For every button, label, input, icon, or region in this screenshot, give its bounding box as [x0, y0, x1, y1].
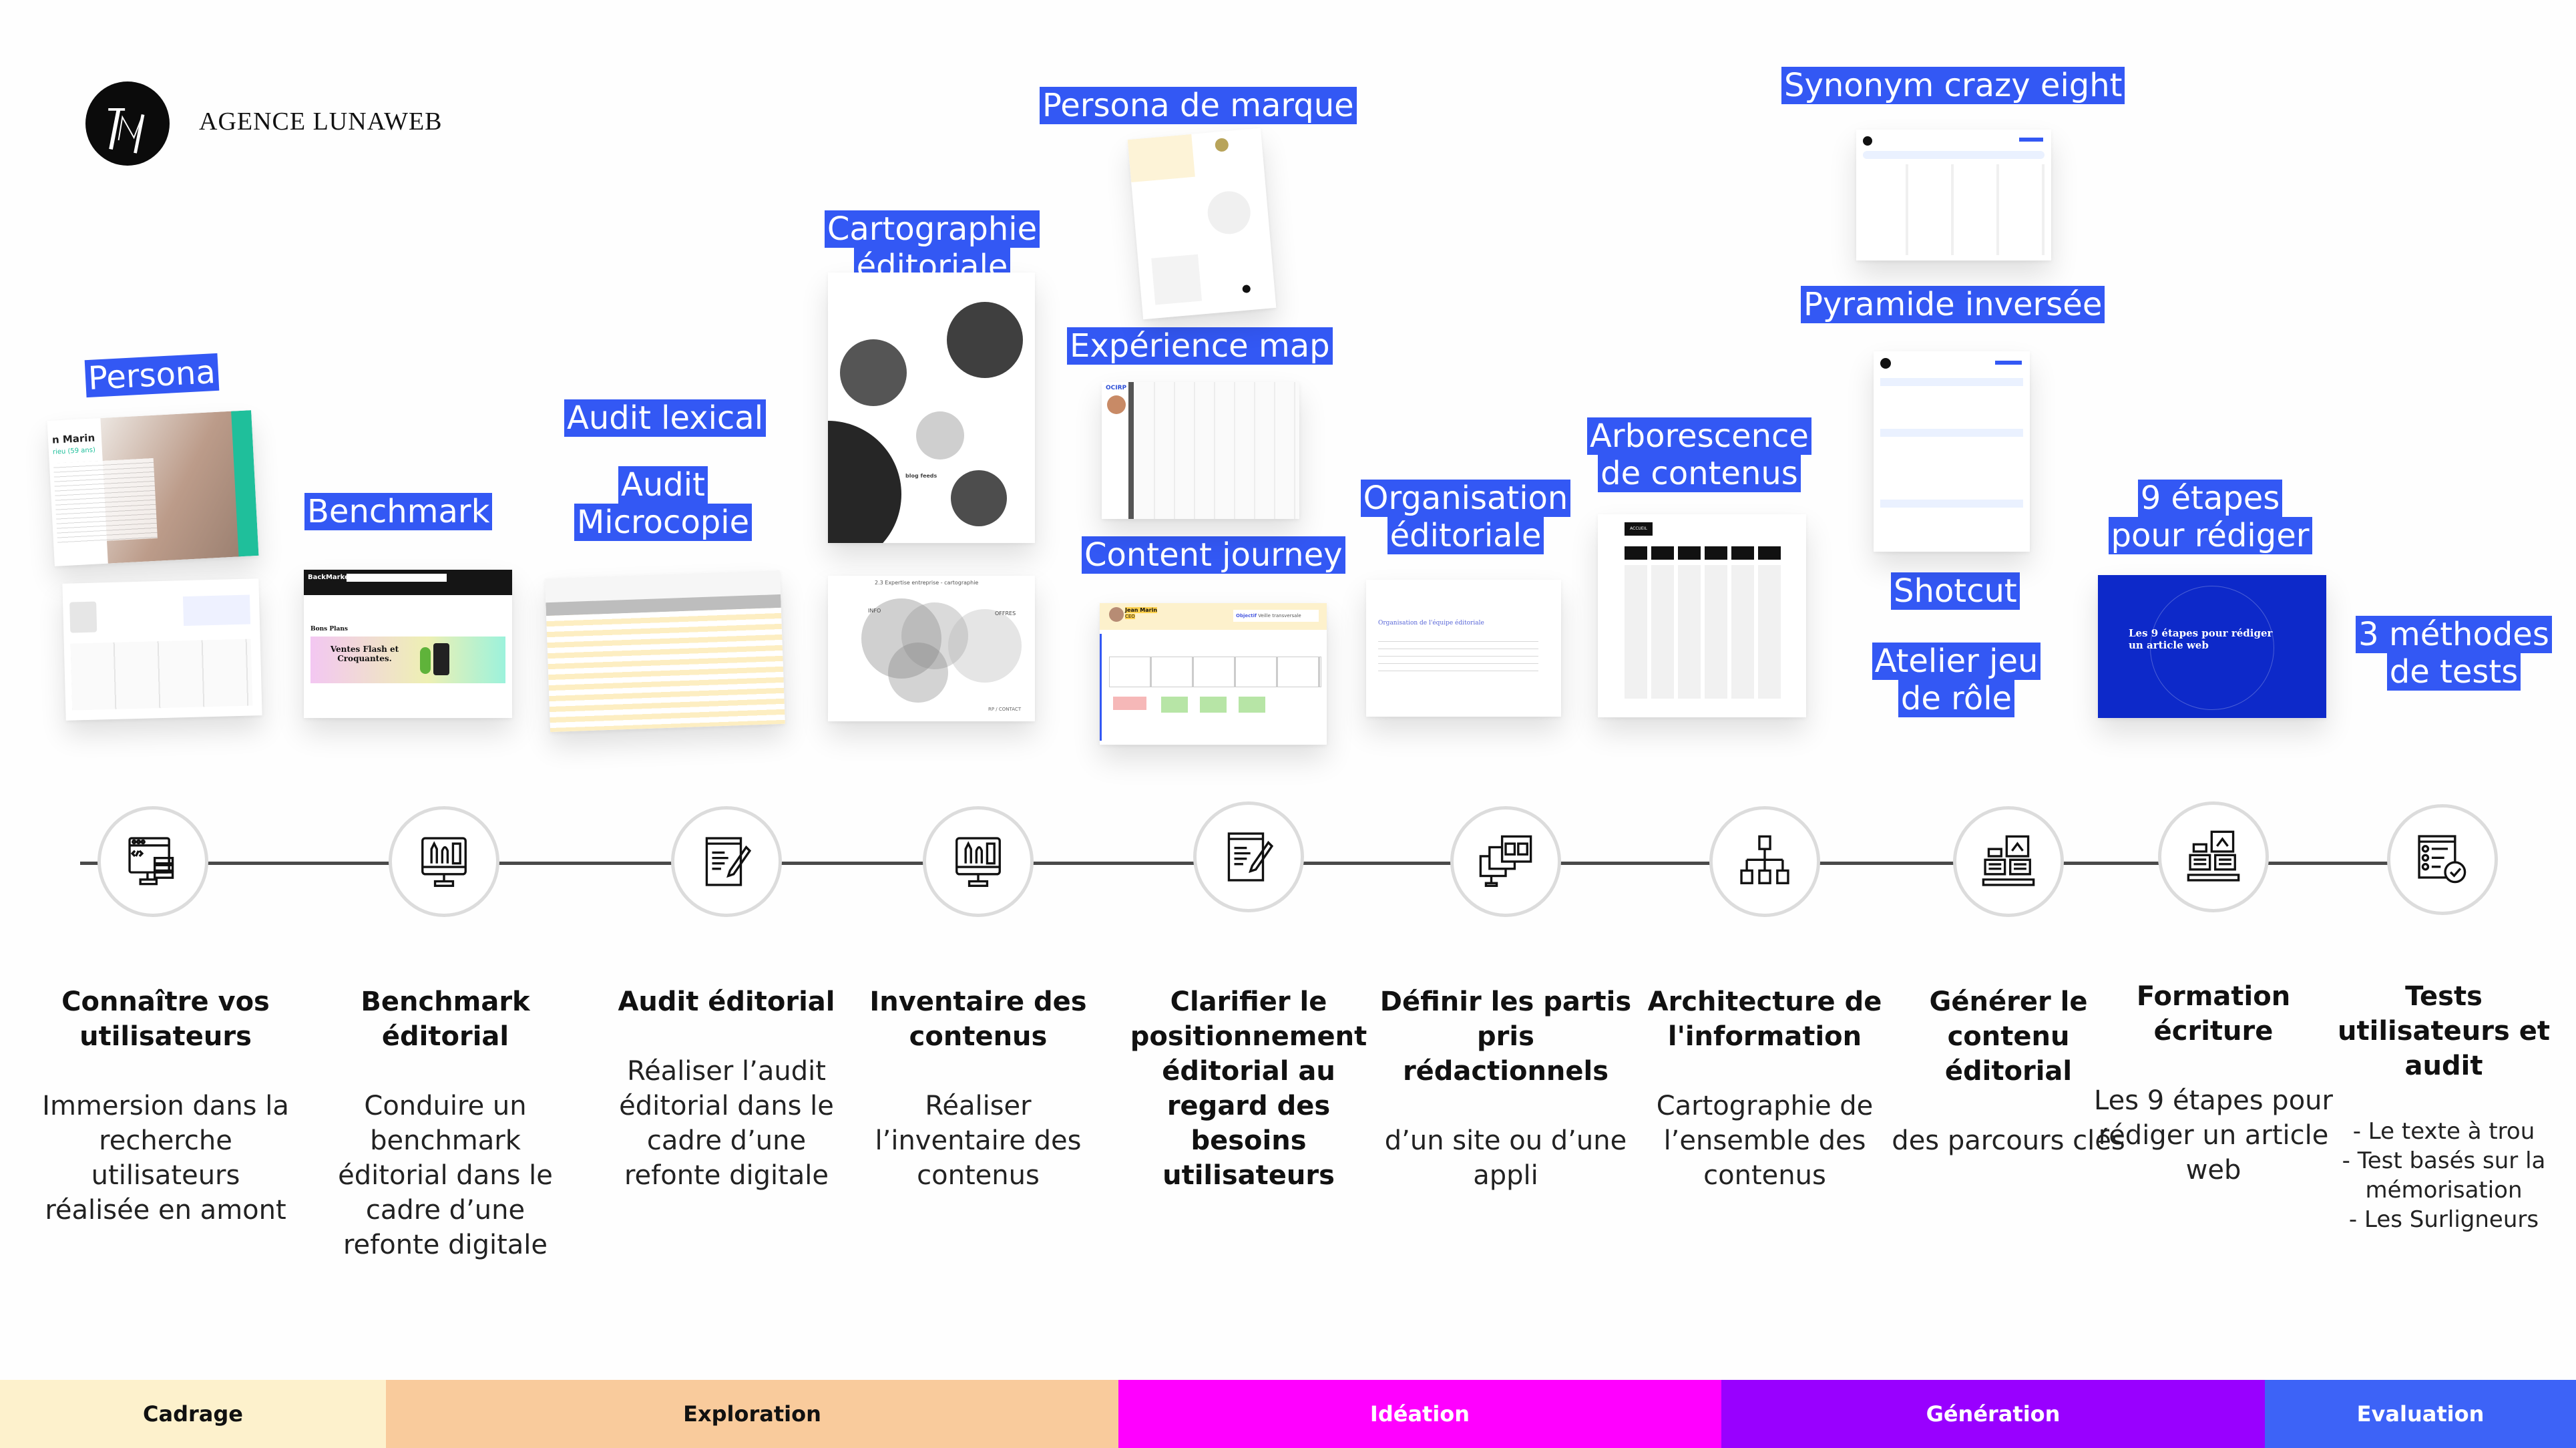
thumbnail-audit-spreadsheet[interactable] [545, 570, 785, 733]
tool-label-persona: Persona [84, 353, 220, 398]
step-2: Benchmark éditorial Conduire un benchmar… [318, 984, 572, 1262]
step-desc: Conduire un benchmark éditorial dans le … [338, 1091, 553, 1260]
step-4: Inventaire des contenus Réaliser l’inven… [851, 984, 1105, 1193]
step-title: Connaître vos utilisateurs [61, 986, 270, 1052]
step-desc: Réaliser l’audit éditorial dans le cadre… [619, 1056, 834, 1191]
step-circle-1[interactable] [97, 806, 208, 917]
tool-label-audit-lexical: Audit lexical [564, 399, 767, 437]
thumbnail-content-journey[interactable]: Jean Marin CEO Objectif Veille transvers… [1100, 603, 1327, 745]
tool-label-shotcut: Shotcut [1891, 572, 2020, 610]
thumbnail-experience-map[interactable]: OCIRP [1102, 382, 1299, 519]
step-desc: Immersion dans la recherche utilisateurs… [42, 1091, 289, 1226]
step-circle-8[interactable] [1953, 806, 2064, 917]
tool-label-trois-methodes: 3 méthodes de tests [2350, 616, 2557, 691]
phase-cadrage: Cadrage [0, 1380, 386, 1448]
step-title: Formation écriture [2136, 981, 2291, 1047]
test-method-3: - Les Surligneurs [2348, 1206, 2539, 1233]
step-title: Architecture de l'information [1647, 986, 1882, 1052]
step-title: Tests utilisateurs et audit [2338, 981, 2550, 1081]
checklist-icon [2418, 835, 2466, 884]
thumbnail-benchmark[interactable]: BackMarket Bons Plans Ventes Flash et Cr… [304, 570, 512, 718]
step-circle-9[interactable] [2158, 801, 2269, 912]
tool-label-pyramide: Pyramide inversée [1801, 286, 2105, 323]
design-tools-monitor-icon [421, 837, 467, 887]
tool-label-atelier: Atelier jeu de rôle [1866, 643, 2047, 717]
brand-logo [85, 81, 170, 166]
step-circle-5[interactable] [1193, 801, 1304, 912]
tool-label-organisation: Organisation éditoriale [1355, 480, 1576, 554]
code-monitor-icon [128, 837, 174, 886]
thumbnail-persona-marque[interactable] [1127, 128, 1277, 320]
step-9: Formation écriture Les 9 étapes pour réd… [2087, 979, 2340, 1188]
thumbnail-synonym[interactable] [1856, 130, 2051, 260]
tool-label-content-journey: Content journey [1082, 536, 1345, 574]
thumbnail-cartographie[interactable]: blog feeds [828, 273, 1035, 543]
step-desc: d’un site ou d’une appli [1384, 1125, 1627, 1191]
step-title: Définir les partis pris rédactionnels [1379, 986, 1632, 1087]
step-desc: Cartographie de l’ensemble des contenus [1656, 1091, 1874, 1191]
step-circle-3[interactable] [671, 806, 782, 917]
test-method-1: - Le texte à trou [2352, 1118, 2535, 1145]
step-7: Architecture de l'information Cartograph… [1638, 984, 1892, 1193]
step-desc-list: - Le texte à trou - Test basés sur la mé… [2317, 1117, 2571, 1234]
step-desc: Les 9 étapes pour rédiger un article web [2094, 1085, 2333, 1186]
content-generation-icon [2187, 830, 2240, 882]
thumbnail-pyramide[interactable] [1874, 351, 2030, 552]
tool-label-persona-marque: Persona de marque [1040, 87, 1357, 124]
step-1: Connaître vos utilisateurs Immersion dan… [39, 984, 292, 1228]
tool-label-neuf-etapes: 9 étapes pour rédiger [2103, 480, 2317, 554]
phase-evaluation: Evaluation [2265, 1380, 2576, 1448]
step-circle-10[interactable] [2387, 804, 2498, 915]
thumbnail-organisation[interactable]: Organisation de l'équipe éditoriale [1366, 580, 1561, 717]
tool-label-arborescence: Arborescence de contenus [1586, 417, 1813, 492]
step-title: Benchmark éditorial [361, 986, 530, 1052]
step-10: Tests utilisateurs et audit - Le texte à… [2317, 979, 2571, 1234]
tool-label-benchmark: Benchmark [304, 493, 493, 530]
step-title: Audit éditorial [618, 986, 835, 1017]
thumbnail-persona-form[interactable] [62, 578, 262, 721]
step-title: Clarifier le positionnement éditorial au… [1130, 986, 1367, 1191]
step-5: Clarifier le positionnement éditorial au… [1122, 984, 1375, 1193]
step-6: Définir les partis pris rédactionnels d’… [1379, 984, 1633, 1193]
step-circle-7[interactable] [1709, 806, 1820, 917]
step-circle-2[interactable] [389, 806, 499, 917]
tool-label-audit-microcopie: Audit Microcopie [570, 466, 757, 541]
lw-monogram-icon [108, 108, 145, 154]
step-circle-6[interactable] [1450, 806, 1561, 917]
thumbnail-cartographie-expertise[interactable]: 2.3 Expertise entreprise - cartographie … [828, 576, 1035, 721]
tool-label-synonym: Synonym crazy eight [1781, 67, 2125, 104]
document-edit-icon [1227, 832, 1274, 882]
thumbnail-persona[interactable]: n Marin rieu (59 ans) [47, 410, 259, 566]
thumbnail-arborescence[interactable]: ACCUEIL [1598, 514, 1806, 717]
thumbnail-neuf-etapes[interactable]: Les 9 étapes pour rédiger un article web [2098, 575, 2326, 718]
phase-exploration: Exploration [386, 1380, 1118, 1448]
design-tools-monitor-icon [955, 837, 1001, 887]
phase-ideation: Idéation [1118, 1380, 1721, 1448]
test-method-2: - Test basés sur la mémorisation [2342, 1147, 2546, 1204]
step-desc: Réaliser l’inventaire des contenus [875, 1091, 1082, 1191]
step-3: Audit éditorial Réaliser l’audit éditori… [600, 984, 853, 1193]
brand-name: AGENCE LUNAWEB [199, 108, 443, 136]
phase-generation: Génération [1721, 1380, 2265, 1448]
tool-label-experience-map: Expérience map [1067, 327, 1333, 365]
sitemap-icon [1740, 835, 1789, 884]
step-circle-4[interactable] [923, 806, 1034, 917]
document-edit-icon [705, 837, 752, 886]
content-generation-icon [1982, 835, 2035, 886]
multi-screen-icon [1479, 835, 1532, 887]
step-title: Inventaire des contenus [869, 986, 1087, 1052]
